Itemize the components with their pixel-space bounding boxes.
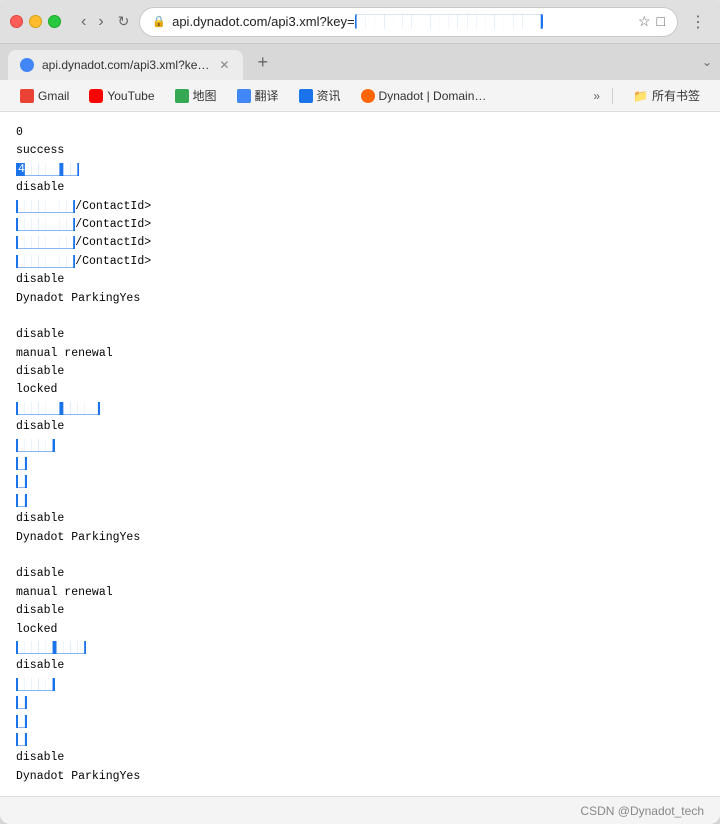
bookmarks-more-button[interactable]: » xyxy=(589,87,604,105)
reader-mode-icon[interactable]: □ xyxy=(657,13,665,30)
titlebar: ‹ › ↻ 🔒 api.dynadot.com/api3.xml?key=███… xyxy=(0,0,720,44)
gmail-icon xyxy=(20,89,34,103)
tab-title: api.dynadot.com/api3.xml?ke… xyxy=(42,58,209,72)
watermark-text: CSDN @Dynadot_tech xyxy=(580,804,704,818)
close-button[interactable] xyxy=(10,15,23,28)
tab-expand-button[interactable]: ⌄ xyxy=(702,55,712,69)
folder-icon: 📁 xyxy=(633,89,648,103)
new-tab-button[interactable]: + xyxy=(251,50,274,75)
bookmark-news-label: 资讯 xyxy=(317,87,341,104)
more-menu-button[interactable]: ⋮ xyxy=(686,10,710,34)
bookmark-translate-label: 翻译 xyxy=(255,87,279,104)
address-prefix: api.dynadot.com/api3.xml?key= xyxy=(172,14,354,29)
tab-favicon xyxy=(20,58,34,72)
address-bar[interactable]: 🔒 api.dynadot.com/api3.xml?key=█████████… xyxy=(139,7,678,37)
maps-icon xyxy=(175,89,189,103)
tabbar: api.dynadot.com/api3.xml?ke… ✕ + ⌄ xyxy=(0,44,720,80)
address-key-value: ████████████████████ xyxy=(355,14,543,29)
bookmark-dynadot-label: Dynadot | Domain… xyxy=(379,89,487,103)
xml-content: 0 success 4███████ disable ████████/Cont… xyxy=(16,124,704,796)
bookmark-youtube[interactable]: YouTube xyxy=(81,85,162,107)
bookmark-news[interactable]: 资讯 xyxy=(291,83,349,108)
bookmark-star-icon[interactable]: ☆ xyxy=(638,13,651,30)
toolbar-icons: ⋮ xyxy=(686,10,710,34)
youtube-icon xyxy=(89,89,103,103)
divider xyxy=(612,88,613,104)
translate-icon xyxy=(237,89,251,103)
bookmark-youtube-label: YouTube xyxy=(107,89,154,103)
bottom-bar: CSDN @Dynadot_tech xyxy=(0,796,720,824)
address-icons: ☆ □ xyxy=(638,13,665,30)
all-bookmarks-button[interactable]: 📁 所有书签 xyxy=(625,83,708,108)
bookmark-maps-label: 地图 xyxy=(193,87,217,104)
back-button[interactable]: ‹ xyxy=(77,11,90,33)
lock-icon: 🔒 xyxy=(152,15,166,28)
traffic-lights xyxy=(10,15,61,28)
nav-buttons: ‹ › xyxy=(77,11,108,33)
forward-button[interactable]: › xyxy=(94,11,107,33)
bookmark-gmail-label: Gmail xyxy=(38,89,69,103)
reload-button[interactable]: ↻ xyxy=(116,11,132,32)
bookmark-gmail[interactable]: Gmail xyxy=(12,85,77,107)
all-bookmarks-label: 所有书签 xyxy=(652,87,700,104)
maximize-button[interactable] xyxy=(48,15,61,28)
tab-close-button[interactable]: ✕ xyxy=(217,58,231,72)
dynadot-icon xyxy=(361,89,375,103)
content-area[interactable]: 0 success 4███████ disable ████████/Cont… xyxy=(0,112,720,796)
address-bar-container: 🔒 api.dynadot.com/api3.xml?key=█████████… xyxy=(139,7,678,37)
minimize-button[interactable] xyxy=(29,15,42,28)
bookmarks-bar: Gmail YouTube 地图 翻译 资讯 Dynadot | Domain…… xyxy=(0,80,720,112)
active-tab[interactable]: api.dynadot.com/api3.xml?ke… ✕ xyxy=(8,50,243,80)
news-icon xyxy=(299,89,313,103)
address-text: api.dynadot.com/api3.xml?key=███████████… xyxy=(172,14,632,29)
browser-window: ‹ › ↻ 🔒 api.dynadot.com/api3.xml?key=███… xyxy=(0,0,720,824)
bookmark-dynadot[interactable]: Dynadot | Domain… xyxy=(353,85,495,107)
bookmark-maps[interactable]: 地图 xyxy=(167,83,225,108)
bookmark-translate[interactable]: 翻译 xyxy=(229,83,287,108)
